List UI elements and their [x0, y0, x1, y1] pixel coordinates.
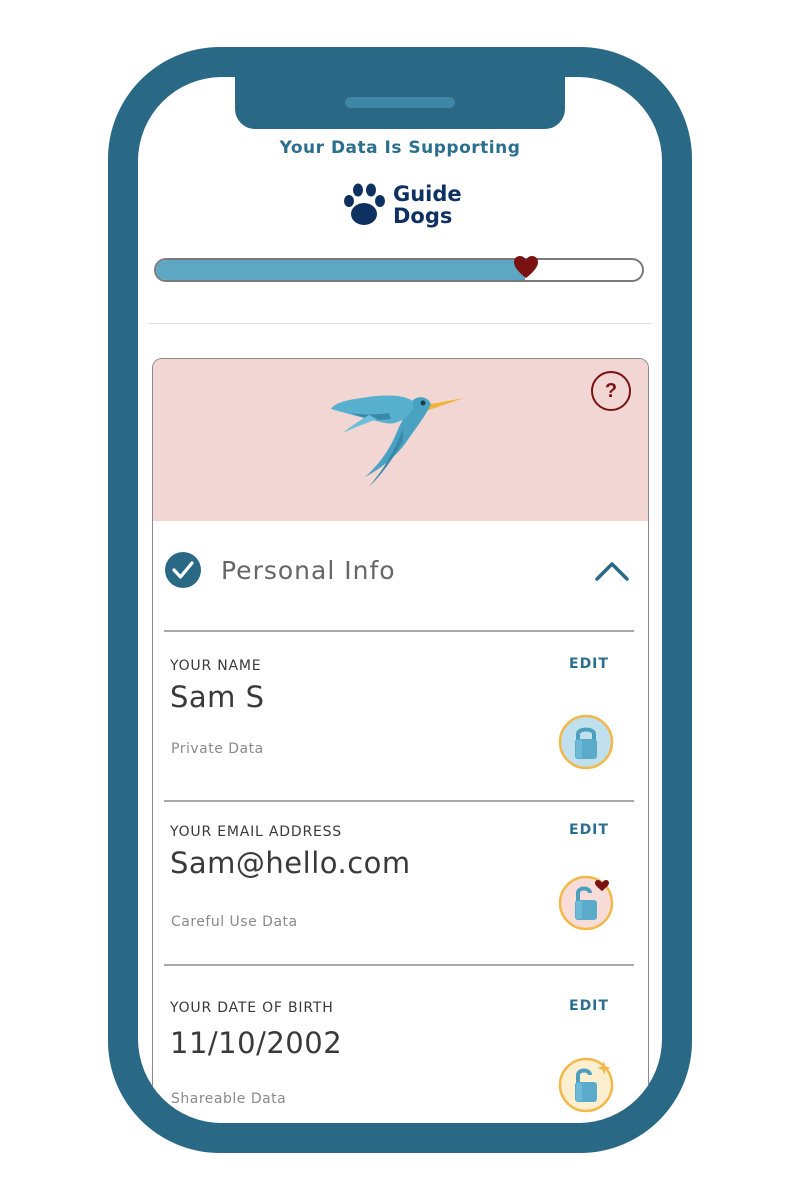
field-label: YOUR DATE OF BIRTH: [170, 1000, 334, 1016]
row-divider: [164, 630, 634, 632]
lock-open-heart-icon[interactable]: [558, 875, 614, 931]
edit-email-button[interactable]: EDIT: [569, 822, 609, 838]
chevron-up-icon[interactable]: [593, 557, 631, 583]
phone-notch: [235, 77, 565, 129]
charity-name: Guide Dogs: [393, 183, 462, 227]
phone-screen: Your Data Is Supporting Guide Dogs ? Per…: [138, 77, 662, 1123]
charity-name-line1: Guide: [393, 182, 462, 206]
section-header-personal-info[interactable]: Personal Info: [153, 521, 648, 631]
field-email-address: YOUR EMAIL ADDRESS EDIT Sam@hello.com Ca…: [153, 822, 648, 984]
field-your-name: YOUR NAME EDIT Sam S Private Data: [153, 656, 648, 818]
field-date-of-birth: YOUR DATE OF BIRTH EDIT 11/10/2002 Share…: [153, 998, 648, 1123]
check-circle-icon: [165, 552, 201, 588]
row-divider: [164, 964, 634, 966]
supporting-text: Your Data Is Supporting: [279, 138, 521, 158]
row-divider: [164, 800, 634, 802]
data-type-label: Shareable Data: [171, 1091, 287, 1107]
support-progress-bar: [154, 258, 644, 282]
speaker-slot: [345, 97, 455, 108]
paw-icon: [344, 183, 385, 225]
progress-fill: [156, 260, 526, 280]
data-type-label: Careful Use Data: [171, 914, 298, 930]
charity-logo: Guide Dogs: [341, 181, 471, 233]
hummingbird-illustration: [331, 395, 464, 487]
field-value: Sam S: [170, 680, 265, 714]
charity-name-line2: Dogs: [393, 204, 453, 228]
heart-icon: [514, 256, 539, 278]
field-value: Sam@hello.com: [170, 846, 411, 880]
field-label: YOUR EMAIL ADDRESS: [170, 824, 342, 840]
data-type-label: Private Data: [171, 741, 264, 757]
help-button[interactable]: ?: [591, 371, 631, 411]
lock-closed-icon[interactable]: [558, 714, 614, 770]
phone-frame: Your Data Is Supporting Guide Dogs ? Per…: [108, 47, 692, 1153]
field-value: 11/10/2002: [170, 1026, 343, 1060]
personal-info-card: ? Personal Info YOUR NAME EDIT Sam S Pri…: [152, 358, 649, 1123]
card-hero: ?: [153, 359, 648, 521]
field-label: YOUR NAME: [170, 658, 262, 674]
section-title: Personal Info: [221, 556, 396, 585]
edit-name-button[interactable]: EDIT: [569, 656, 609, 672]
edit-date-of-birth-button[interactable]: EDIT: [569, 998, 609, 1014]
header-divider: [148, 323, 652, 324]
lock-open-sparkle-icon[interactable]: [558, 1057, 614, 1113]
